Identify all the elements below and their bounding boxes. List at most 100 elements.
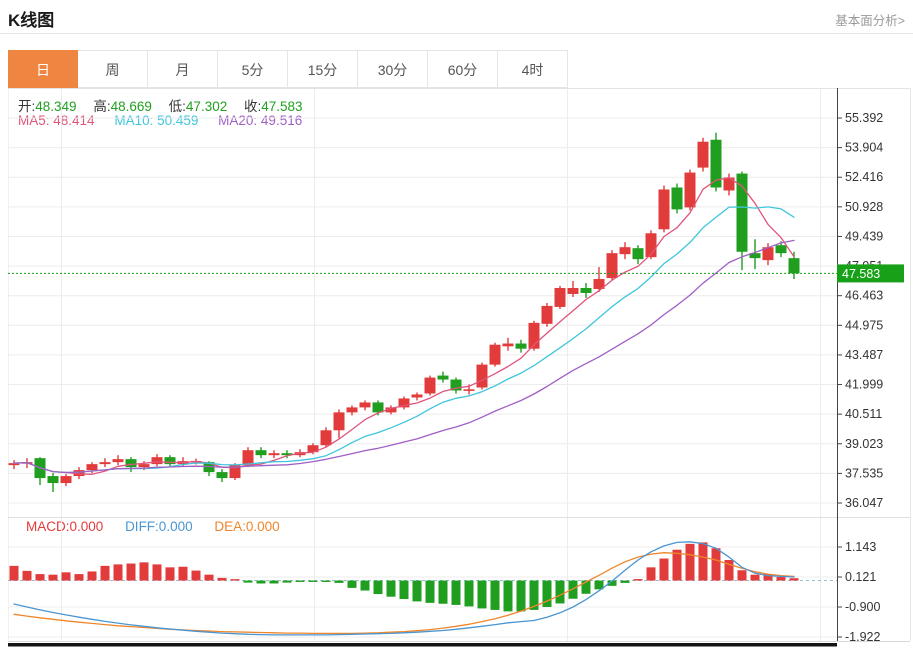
candle xyxy=(47,476,59,484)
candle xyxy=(463,389,475,391)
candle xyxy=(60,476,72,484)
tab-15分[interactable]: 15分 xyxy=(288,50,358,88)
candles xyxy=(8,132,800,492)
macd-bar xyxy=(620,580,630,583)
svg-text:-1.922: -1.922 xyxy=(845,630,880,644)
svg-text:40.511: 40.511 xyxy=(845,407,882,421)
interval-tabbar: 日周月 5分 15分 30分 60分 4时 xyxy=(8,50,568,88)
candle xyxy=(242,450,254,466)
tab-周[interactable]: 周 xyxy=(78,50,148,88)
tab-5分[interactable]: 5分 xyxy=(218,50,288,88)
tab-月[interactable]: 月 xyxy=(148,50,218,88)
candle xyxy=(333,412,345,431)
macd-bar xyxy=(178,566,188,581)
svg-text:41.999: 41.999 xyxy=(845,378,883,392)
macd-bar xyxy=(685,543,695,581)
fundamental-analysis-link[interactable]: 基本面分析> xyxy=(835,10,905,29)
macd-bar xyxy=(152,564,162,581)
macd-bar xyxy=(113,564,123,581)
macd-bar xyxy=(191,570,201,581)
macd-bar xyxy=(269,580,279,584)
macd-bar xyxy=(217,577,227,581)
macd-bar xyxy=(74,574,84,581)
svg-text:0.121: 0.121 xyxy=(845,570,876,584)
candle xyxy=(476,364,488,388)
candle xyxy=(112,459,124,463)
candle xyxy=(346,407,358,413)
svg-text:44.975: 44.975 xyxy=(845,318,883,332)
chart-scrollbar[interactable] xyxy=(8,643,837,647)
macd-bar xyxy=(555,580,565,604)
macd-bar xyxy=(451,580,461,605)
candle xyxy=(684,172,696,208)
tab-30分[interactable]: 30分 xyxy=(358,50,428,88)
candle xyxy=(255,450,267,456)
candle xyxy=(606,253,618,279)
svg-text:39.023: 39.023 xyxy=(845,437,883,451)
macd-bar xyxy=(438,580,448,604)
svg-text:37.535: 37.535 xyxy=(845,466,883,480)
macd-bar xyxy=(477,580,487,609)
candle xyxy=(151,457,163,465)
macd-bar xyxy=(672,549,682,581)
candle xyxy=(619,247,631,255)
svg-text:47.583: 47.583 xyxy=(842,267,880,281)
candle xyxy=(138,464,150,468)
macd-bar xyxy=(321,580,331,582)
macd-bar xyxy=(659,558,669,581)
candle xyxy=(99,462,111,465)
macd-bar xyxy=(490,580,500,610)
candle xyxy=(437,375,449,380)
candle xyxy=(567,288,579,294)
candle xyxy=(424,377,436,394)
candle xyxy=(515,343,527,349)
macd-bar xyxy=(646,567,656,581)
candle xyxy=(268,453,280,456)
svg-text:53.904: 53.904 xyxy=(845,141,883,155)
macd-bar xyxy=(295,580,305,582)
candle xyxy=(86,464,98,471)
macd-bar xyxy=(412,580,422,602)
macd-bar xyxy=(711,548,721,581)
candle xyxy=(216,472,228,479)
macd-bar xyxy=(282,580,292,583)
macd-bar xyxy=(347,580,357,588)
tab-4时[interactable]: 4时 xyxy=(498,50,568,88)
macd-bar xyxy=(139,562,149,581)
svg-text:52.416: 52.416 xyxy=(845,170,883,184)
macd-bar xyxy=(9,565,19,581)
candle xyxy=(541,305,553,324)
svg-text:50.928: 50.928 xyxy=(845,200,883,214)
kline-chart-canvas: 55.39253.90452.41650.92849.43947.95146.4… xyxy=(8,88,911,647)
candle xyxy=(164,457,176,465)
macd-bar xyxy=(516,580,526,612)
macd-bar xyxy=(334,580,344,583)
tab-日[interactable]: 日 xyxy=(8,50,78,88)
candle xyxy=(320,430,332,446)
macd-bar xyxy=(776,577,786,581)
macd-bar xyxy=(750,574,760,581)
svg-text:-0.900: -0.900 xyxy=(845,600,880,614)
svg-text:49.439: 49.439 xyxy=(845,229,883,243)
macd-bar xyxy=(87,571,97,581)
macd-bar xyxy=(126,563,136,581)
svg-text:36.047: 36.047 xyxy=(845,496,883,510)
macd-bar xyxy=(230,579,240,581)
macd-bar xyxy=(308,580,318,582)
candle xyxy=(658,189,670,230)
svg-text:55.392: 55.392 xyxy=(845,111,883,125)
tab-60分[interactable]: 60分 xyxy=(428,50,498,88)
macd-bar xyxy=(789,578,799,581)
macd-bar xyxy=(386,580,396,597)
macd-bar xyxy=(737,570,747,581)
svg-text:43.487: 43.487 xyxy=(845,348,883,362)
macd-bar xyxy=(100,565,110,581)
candle xyxy=(554,288,566,307)
candle xyxy=(359,402,371,408)
macd-bar xyxy=(633,579,643,581)
macd-bar xyxy=(22,570,32,581)
candle xyxy=(671,187,683,210)
candle xyxy=(775,245,787,254)
macd-bar xyxy=(204,574,214,581)
svg-text:46.463: 46.463 xyxy=(845,289,883,303)
